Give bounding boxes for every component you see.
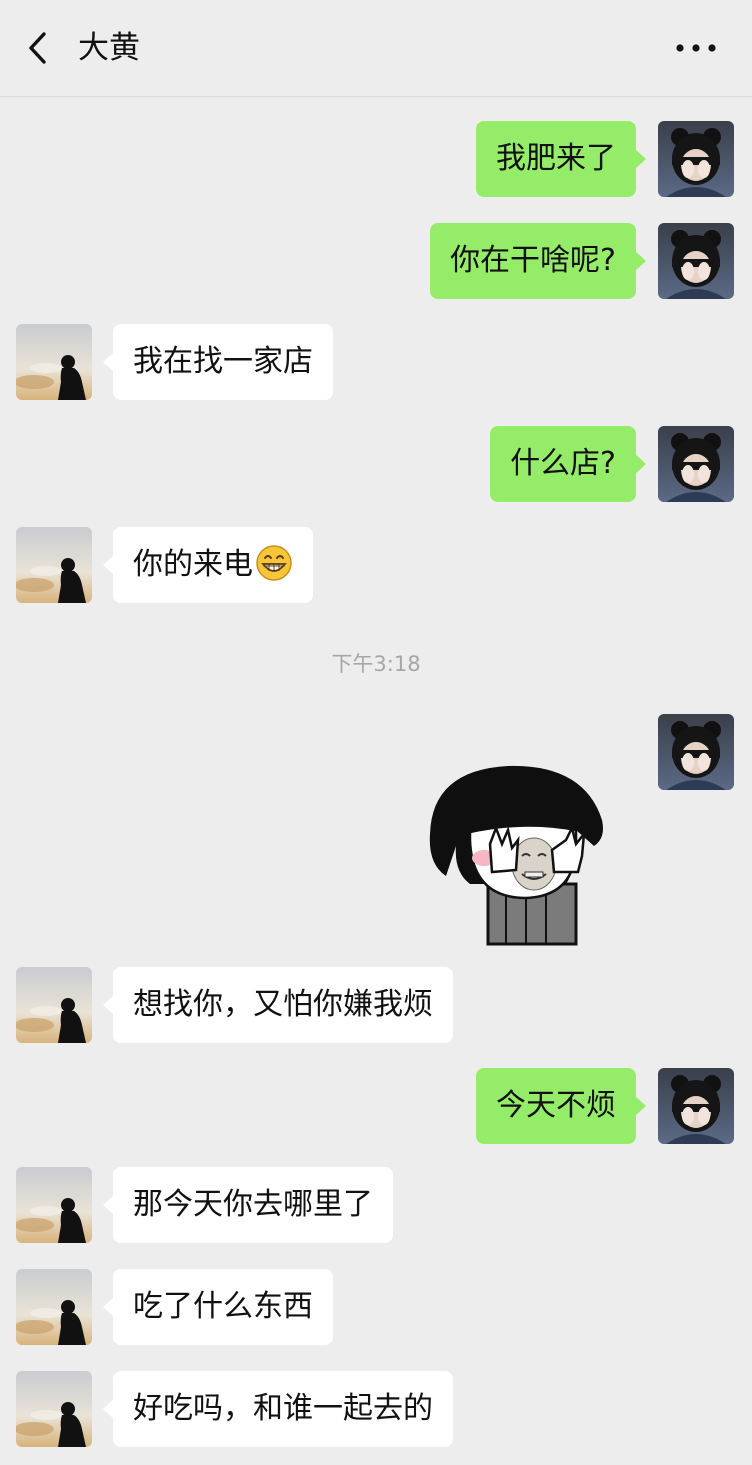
grinning-face-icon: [256, 544, 292, 581]
my-avatar[interactable]: [658, 426, 734, 502]
message-text: 你的来电: [133, 547, 253, 582]
contact-avatar[interactable]: [16, 967, 92, 1043]
message-bubble[interactable]: 今天不烦: [476, 1068, 646, 1144]
message-bubble[interactable]: 你的来电: [103, 527, 313, 603]
contact-avatar[interactable]: [16, 1371, 92, 1447]
chevron-left-icon: [29, 32, 46, 64]
message-bubble[interactable]: 什么店?: [490, 426, 646, 502]
my-avatar[interactable]: [658, 121, 734, 197]
message-bubble[interactable]: 那今天你去哪里了: [103, 1167, 393, 1243]
message-bubble[interactable]: 你在干啥呢?: [430, 223, 646, 299]
face-covering-sticker[interactable]: [426, 760, 608, 946]
contact-avatar[interactable]: [16, 1167, 92, 1243]
back-button[interactable]: [22, 28, 58, 68]
contact-avatar[interactable]: [16, 324, 92, 400]
my-avatar[interactable]: [658, 223, 734, 299]
my-avatar[interactable]: [658, 714, 734, 790]
message-bubble[interactable]: 好吃吗，和谁一起去的: [103, 1371, 453, 1447]
my-avatar[interactable]: [658, 1068, 734, 1144]
contact-avatar[interactable]: [16, 1269, 92, 1345]
more-button[interactable]: [674, 32, 718, 64]
message-bubble[interactable]: 吃了什么东西: [103, 1269, 333, 1345]
message-bubble[interactable]: 想找你，又怕你嫌我烦: [103, 967, 453, 1043]
message-bubble[interactable]: 我在找一家店: [103, 324, 333, 400]
more-horizontal-icon: [676, 44, 716, 52]
message-bubble[interactable]: 我肥来了: [476, 121, 646, 197]
chat-header: 大黄: [0, 0, 752, 97]
timestamp: 下午3:18: [331, 652, 421, 676]
contact-avatar[interactable]: [16, 527, 92, 603]
chat-title: 大黄: [78, 30, 140, 66]
